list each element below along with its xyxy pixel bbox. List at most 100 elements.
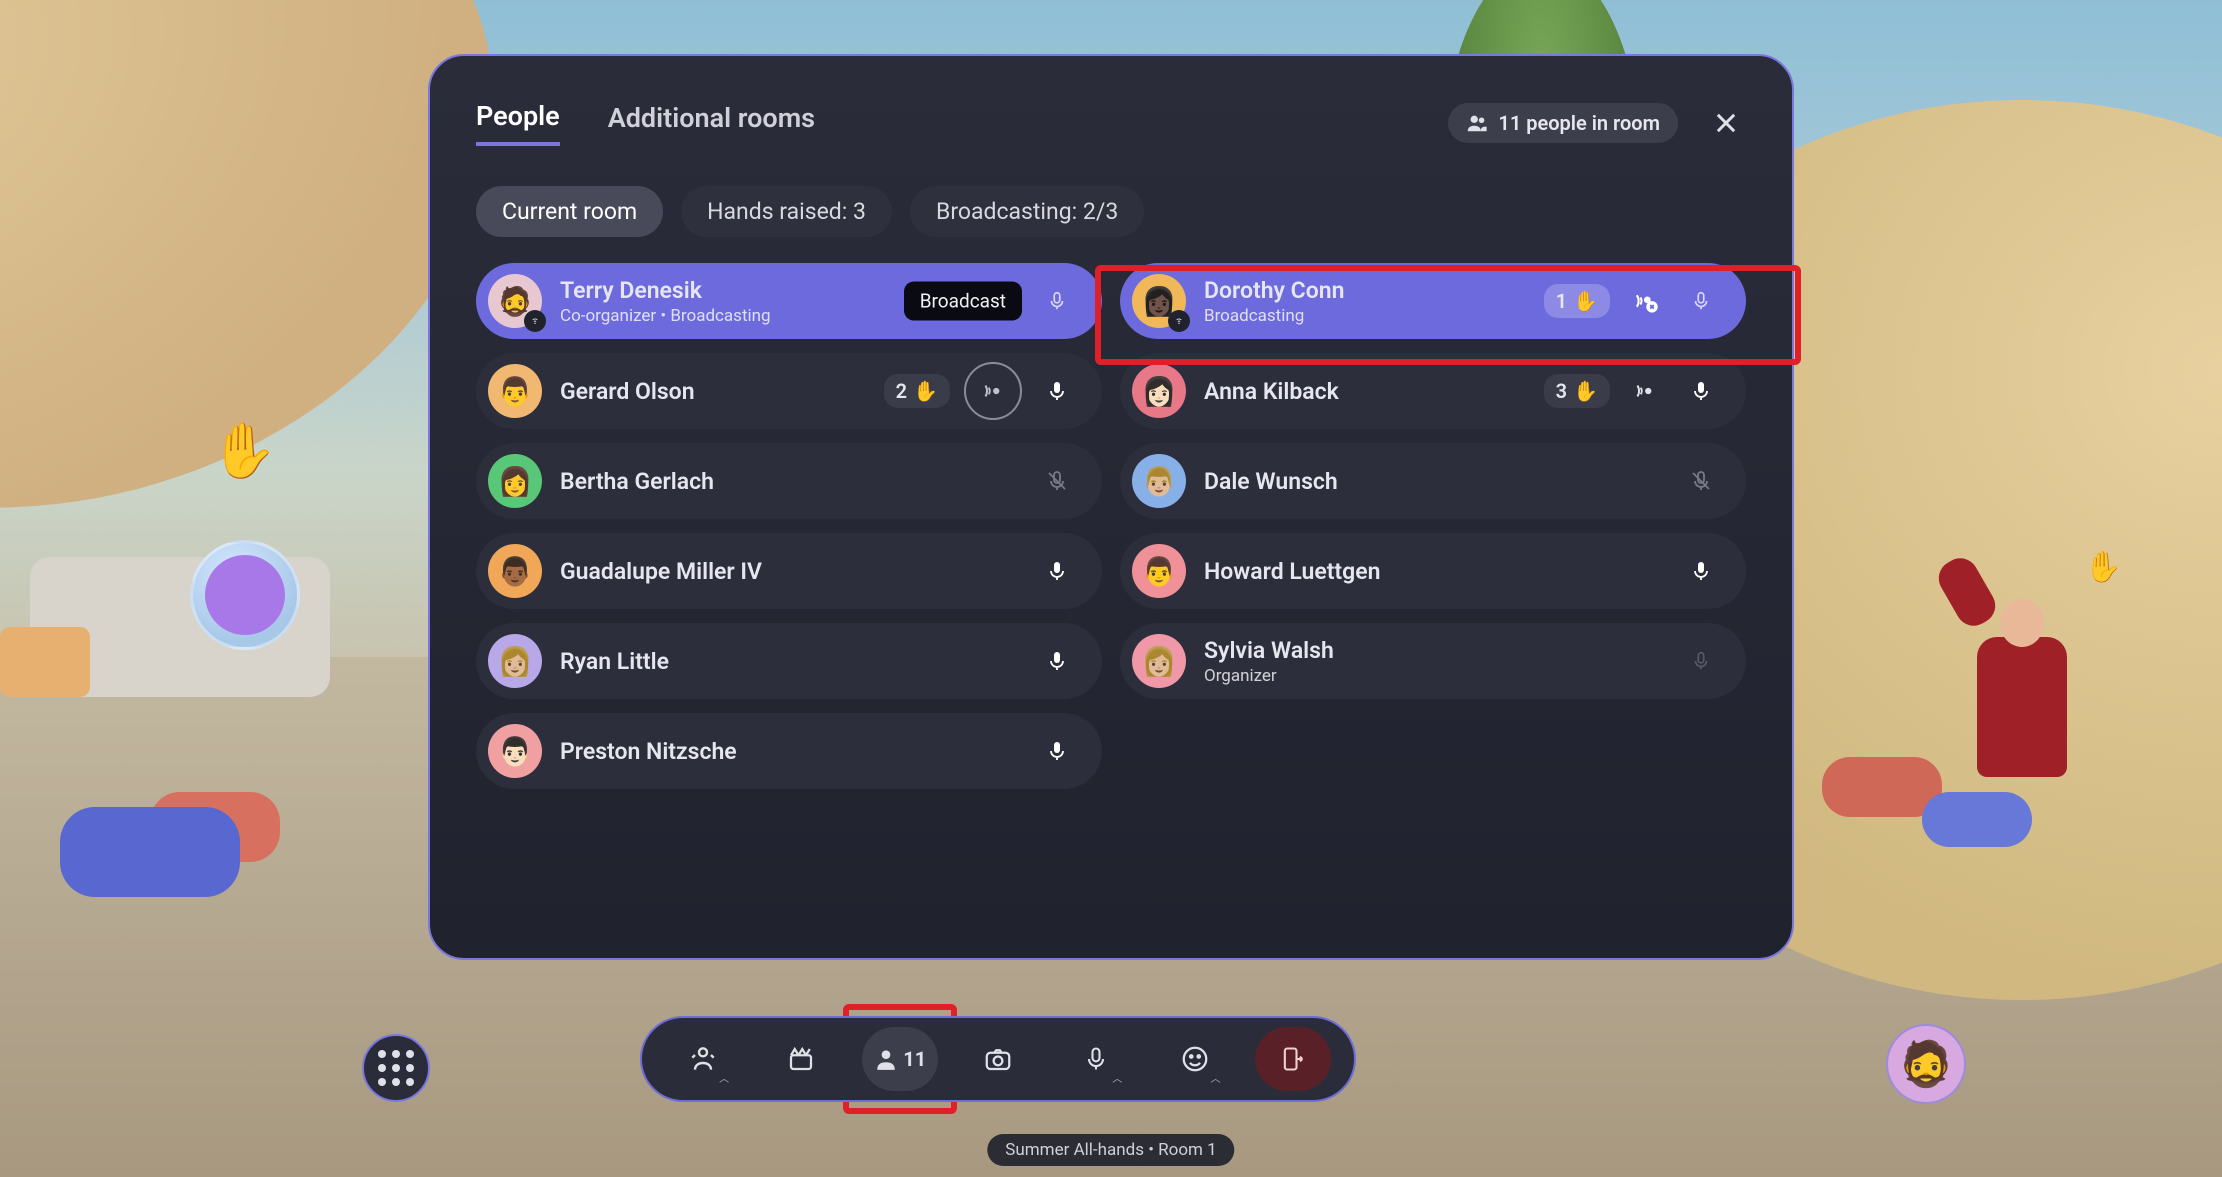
participant-actions — [1680, 460, 1722, 502]
participant-row[interactable]: 👨 Howard Luettgen — [1120, 533, 1746, 609]
participant-avatar: 👩🏿 — [1132, 274, 1186, 328]
dock-camera-button[interactable] — [960, 1027, 1036, 1091]
environment-table — [0, 627, 90, 697]
participant-row[interactable]: 👩🏼 Sylvia WalshOrganizer — [1120, 623, 1746, 699]
hand-raised-badge: 3✋ — [1544, 374, 1610, 408]
participant-actions — [1036, 280, 1078, 322]
participant-row[interactable]: 👩🏻 Anna Kilback 3✋ — [1120, 353, 1746, 429]
dock-avatar-button[interactable]: ︿ — [665, 1027, 741, 1091]
tab-additional-rooms[interactable]: Additional rooms — [608, 102, 815, 144]
participant-row[interactable]: 👩🏿 Dorothy ConnBroadcasting 1✋ — [1120, 263, 1746, 339]
microphone-icon[interactable] — [1036, 640, 1078, 682]
participant-actions — [1680, 640, 1722, 682]
raised-hand-icon: ✋ — [210, 420, 277, 483]
broadcast-stop-icon[interactable] — [1624, 280, 1666, 322]
participants-grid: 🧔Terry DenesikCo-organizer • Broadcastin… — [476, 263, 1746, 789]
participant-row[interactable]: 👨🏻 Preston Nitzsche — [476, 713, 1102, 789]
people-panel: People Additional rooms 11 people in roo… — [428, 54, 1794, 960]
people-count-pill[interactable]: 11 people in room — [1448, 103, 1678, 143]
participant-row[interactable]: 👩🏼 Ryan Little — [476, 623, 1102, 699]
hand-raised-badge: 2✋ — [884, 374, 950, 408]
participant-name: Gerard Olson — [560, 378, 866, 405]
microphone-icon[interactable] — [1680, 280, 1722, 322]
microphone-icon[interactable] — [1036, 280, 1078, 322]
microphone-icon[interactable] — [1680, 640, 1722, 682]
broadcast-button[interactable] — [964, 362, 1022, 420]
microphone-icon[interactable] — [1680, 370, 1722, 412]
participant-info: Bertha Gerlach — [560, 468, 1018, 495]
self-avatar-button[interactable]: 🧔 — [1886, 1024, 1966, 1104]
dock-reactions-button[interactable]: ︿ — [1157, 1027, 1233, 1091]
participant-name: Howard Luettgen — [1204, 558, 1662, 585]
participant-avatar: 👨 — [1132, 544, 1186, 598]
hand-order: 3 — [1556, 379, 1567, 403]
filter-hands-raised[interactable]: Hands raised: 3 — [681, 186, 892, 237]
participant-info: Howard Luettgen — [1204, 558, 1662, 585]
participant-subtitle: Broadcasting — [1204, 306, 1526, 326]
raised-hand-icon: ✋ — [913, 379, 938, 403]
environment-avatar-person — [1952, 537, 2092, 777]
microphone-icon[interactable] — [1036, 550, 1078, 592]
microphone-icon[interactable] — [1680, 550, 1722, 592]
participant-actions — [1036, 640, 1078, 682]
microphone-icon[interactable] — [1036, 730, 1078, 772]
participant-avatar: 👨🏾 — [488, 544, 542, 598]
participant-row[interactable]: 👨🏼 Dale Wunsch — [1120, 443, 1746, 519]
participant-name: Dale Wunsch — [1204, 468, 1662, 495]
people-count-label: 11 people in room — [1498, 111, 1660, 135]
dock-microphone-button[interactable]: ︿ — [1058, 1027, 1134, 1091]
close-button[interactable] — [1706, 103, 1746, 143]
dock-leave-button[interactable] — [1255, 1027, 1331, 1091]
microphone-icon[interactable] — [1036, 370, 1078, 412]
participant-row[interactable]: 🧔Terry DenesikCo-organizer • Broadcastin… — [476, 263, 1102, 339]
app-menu-button[interactable] — [362, 1034, 430, 1102]
dock-people-button[interactable]: 11 — [862, 1027, 938, 1091]
chevron-up-icon: ︿ — [1211, 1070, 1221, 1085]
participant-avatar: 👩🏻 — [1132, 364, 1186, 418]
hand-order: 1 — [1556, 289, 1567, 313]
filter-current-room[interactable]: Current room — [476, 186, 663, 237]
participant-avatar: 👩🏼 — [1132, 634, 1186, 688]
tab-people[interactable]: People — [476, 100, 560, 146]
participant-avatar: 👨 — [488, 364, 542, 418]
environment-cushion — [1922, 792, 2032, 847]
host-badge-icon — [1168, 310, 1190, 332]
grid-icon — [378, 1050, 414, 1086]
participant-info: Anna Kilback — [1204, 378, 1526, 405]
participant-name: Preston Nitzsche — [560, 738, 1018, 765]
microphone-icon[interactable] — [1036, 460, 1078, 502]
participant-info: Gerard Olson — [560, 378, 866, 405]
nearby-avatar-bubble[interactable] — [190, 540, 300, 650]
participant-info: Preston Nitzsche — [560, 738, 1018, 765]
filter-broadcasting[interactable]: Broadcasting: 2/3 — [910, 186, 1144, 237]
participant-name: Ryan Little — [560, 648, 1018, 675]
participant-info: Sylvia WalshOrganizer — [1204, 637, 1662, 686]
participant-name: Dorothy Conn — [1204, 277, 1526, 304]
broadcast-icon[interactable] — [1624, 370, 1666, 412]
participant-info: Ryan Little — [560, 648, 1018, 675]
people-icon — [1466, 112, 1488, 134]
microphone-icon[interactable] — [1680, 460, 1722, 502]
participant-info: Dale Wunsch — [1204, 468, 1662, 495]
participant-row[interactable]: 👨 Gerard Olson 2✋ — [476, 353, 1102, 429]
participant-info: Dorothy ConnBroadcasting — [1204, 277, 1526, 326]
chevron-up-icon: ︿ — [1112, 1070, 1122, 1085]
raised-hand-icon: ✋ — [2085, 550, 2122, 585]
participant-avatar: 👨🏻 — [488, 724, 542, 778]
participant-actions: 1✋ — [1544, 280, 1722, 322]
participant-actions: 3✋ — [1544, 370, 1722, 412]
participant-name: Sylvia Walsh — [1204, 637, 1662, 664]
chevron-up-icon: ︿ — [719, 1070, 729, 1085]
participant-avatar: 👩🏼 — [488, 634, 542, 688]
participant-row[interactable]: 👩Bertha Gerlach — [476, 443, 1102, 519]
participant-subtitle: Organizer — [1204, 666, 1662, 686]
participant-row[interactable]: 👨🏾Guadalupe Miller IV — [476, 533, 1102, 609]
participant-avatar: 👨🏼 — [1132, 454, 1186, 508]
action-dock: ︿ 11 ︿ ︿ — [640, 1016, 1356, 1102]
participant-actions — [1680, 550, 1722, 592]
filter-pills: Current room Hands raised: 3 Broadcastin… — [476, 186, 1746, 237]
participant-actions — [1036, 730, 1078, 772]
dock-clapper-button[interactable] — [763, 1027, 839, 1091]
hand-raised-badge: 1✋ — [1544, 284, 1610, 318]
participant-actions: 2✋ — [884, 362, 1078, 420]
